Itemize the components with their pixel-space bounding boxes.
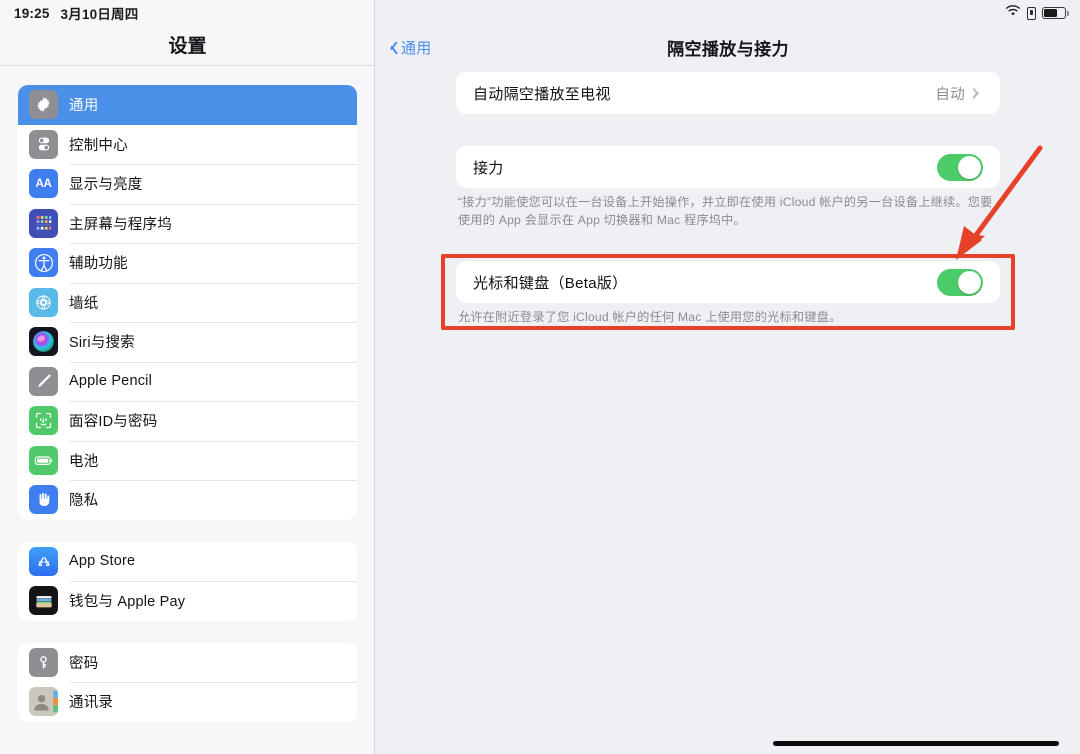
contacts-icon	[29, 687, 58, 717]
sidebar-item-accessibility[interactable]: 辅助功能	[18, 243, 357, 283]
control-center-icon	[29, 129, 58, 159]
sidebar-item-siri-search[interactable]: Siri与搜索	[18, 322, 357, 362]
chevron-left-icon	[387, 39, 396, 55]
back-button[interactable]: 通用	[387, 26, 432, 68]
detail-pane: 隔空播放与接力 通用 自动隔空播放至电视 自动 接力 “接力”功能使您可以在一台…	[376, 0, 1080, 754]
rotation-lock-icon	[1027, 6, 1036, 20]
cursor-keyboard-toggle[interactable]	[937, 268, 983, 296]
status-time: 19:25	[14, 5, 50, 21]
sidebar-item-label: 显示与亮度	[69, 177, 143, 194]
sidebar-item-contacts[interactable]: 通讯录	[18, 682, 357, 722]
status-bar-right	[1005, 0, 1069, 26]
sidebar-item-label: 控制中心	[69, 137, 128, 154]
home-indicator	[773, 741, 1059, 746]
sidebar-item-label: 密码	[69, 655, 99, 672]
status-bar-left: 19:25 3月10日周四	[0, 0, 374, 26]
row-title: 光标和键盘（Beta版）	[473, 274, 628, 292]
row-value: 自动	[935, 86, 965, 103]
accessibility-icon	[29, 248, 58, 278]
wifi-icon	[1005, 4, 1021, 22]
sidebar-item-label: 墙纸	[69, 295, 99, 312]
sidebar-item-label: 面容ID与密码	[69, 414, 158, 431]
sidebar-item-app-store[interactable]: App Store	[18, 542, 357, 582]
back-button-label: 通用	[401, 39, 432, 57]
sidebar-item-home-screen-dock[interactable]: 主屏幕与程序坞	[18, 203, 357, 244]
row-accessory: 自动	[935, 83, 983, 104]
row-accessory	[937, 268, 983, 296]
section-auto-airplay: 自动隔空播放至电视 自动	[456, 72, 1000, 114]
sidebar-item-apple-pencil[interactable]: Apple Pencil	[18, 361, 357, 402]
privacy-hand-icon	[29, 485, 58, 515]
sidebar-item-label: 隐私	[69, 493, 99, 510]
apple-pencil-icon	[29, 366, 58, 396]
handoff-footnote: “接力”功能使您可以在一台设备上开始操作，并立即在使用 iCloud 帐户的另一…	[458, 195, 993, 227]
sidebar-item-wallet-apple-pay[interactable]: 钱包与 Apple Pay	[18, 581, 357, 621]
settings-content: 自动隔空播放至电视 自动 接力 “接力”功能使您可以在一台设备上开始操作，并立即…	[376, 72, 1080, 754]
sidebar-item-label: 主屏幕与程序坞	[69, 216, 172, 233]
home-screen-dock-icon	[29, 208, 58, 238]
navigation-bar: 隔空播放与接力 通用	[376, 26, 1080, 68]
sidebar-item-wallpaper[interactable]: 墙纸	[18, 282, 357, 323]
settings-sidebar: 19:25 3月10日周四 设置 通用 控制中心 AA 显示与亮度 主屏幕与程序…	[0, 0, 375, 754]
wallet-icon	[29, 586, 58, 616]
face-id-icon	[29, 406, 58, 436]
row-title: 自动隔空播放至电视	[473, 85, 611, 103]
chevron-right-icon	[975, 87, 983, 100]
siri-icon	[29, 327, 58, 357]
wallpaper-icon	[29, 287, 58, 317]
row-auto-airplay-to-tv[interactable]: 自动隔空播放至电视 自动	[456, 72, 1000, 114]
sidebar-scroll[interactable]: 通用 控制中心 AA 显示与亮度 主屏幕与程序坞 辅助功能 墙纸 Siri与搜索…	[0, 66, 374, 754]
row-handoff[interactable]: 接力	[456, 146, 1000, 188]
sidebar-item-display-brightness[interactable]: AA 显示与亮度	[18, 164, 357, 204]
row-accessory	[937, 153, 983, 181]
page-title: 设置	[168, 35, 207, 57]
sidebar-item-general[interactable]: 通用	[18, 85, 357, 125]
handoff-toggle[interactable]	[937, 153, 983, 181]
battery-icon	[1042, 7, 1069, 19]
sidebar-item-label: Siri与搜索	[69, 335, 135, 352]
section-handoff: 接力	[456, 146, 1000, 188]
sidebar-item-label: 辅助功能	[69, 256, 128, 273]
sidebar-group-3: 密码 通讯录	[18, 642, 357, 722]
sidebar-item-label: 通用	[69, 98, 99, 115]
sidebar-group-2: App Store 钱包与 Apple Pay	[18, 541, 357, 621]
passwords-key-icon	[29, 647, 58, 677]
nav-title: 隔空播放与接力	[667, 39, 789, 59]
toggle-knob	[958, 270, 981, 294]
battery-settings-icon	[29, 445, 58, 475]
toggle-knob	[958, 155, 981, 179]
sidebar-item-privacy[interactable]: 隐私	[18, 480, 357, 520]
sidebar-item-label: Apple Pencil	[69, 373, 153, 390]
sidebar-item-passwords[interactable]: 密码	[18, 643, 357, 683]
sidebar-item-control-center[interactable]: 控制中心	[18, 125, 357, 165]
sidebar-item-label: 钱包与 Apple Pay	[69, 594, 186, 611]
cursor-keyboard-footnote: 允许在附近登录了您 iCloud 帐户的任何 Mac 上使用您的光标和键盘。	[458, 310, 842, 325]
status-date: 3月10日周四	[60, 7, 139, 22]
sidebar-item-face-id-passcode[interactable]: 面容ID与密码	[18, 401, 357, 441]
sidebar-item-battery[interactable]: 电池	[18, 440, 357, 481]
sidebar-item-label: App Store	[69, 553, 136, 570]
app-store-icon	[29, 546, 58, 576]
section-cursor-keyboard: 光标和键盘（Beta版）	[456, 261, 1000, 304]
ipad-settings-screen: 19:25 3月10日周四 设置 通用 控制中心 AA 显示与亮度 主屏幕与程序…	[0, 0, 1080, 754]
sidebar-item-label: 通讯录	[69, 695, 114, 712]
sidebar-group-1: 通用 控制中心 AA 显示与亮度 主屏幕与程序坞 辅助功能 墙纸 Siri与搜索…	[18, 85, 357, 520]
sidebar-item-label: 电池	[69, 453, 99, 470]
gear-icon	[29, 90, 58, 120]
display-brightness-icon: AA	[29, 169, 58, 199]
row-cursor-and-keyboard[interactable]: 光标和键盘（Beta版）	[456, 261, 1000, 303]
row-title: 接力	[473, 159, 504, 177]
